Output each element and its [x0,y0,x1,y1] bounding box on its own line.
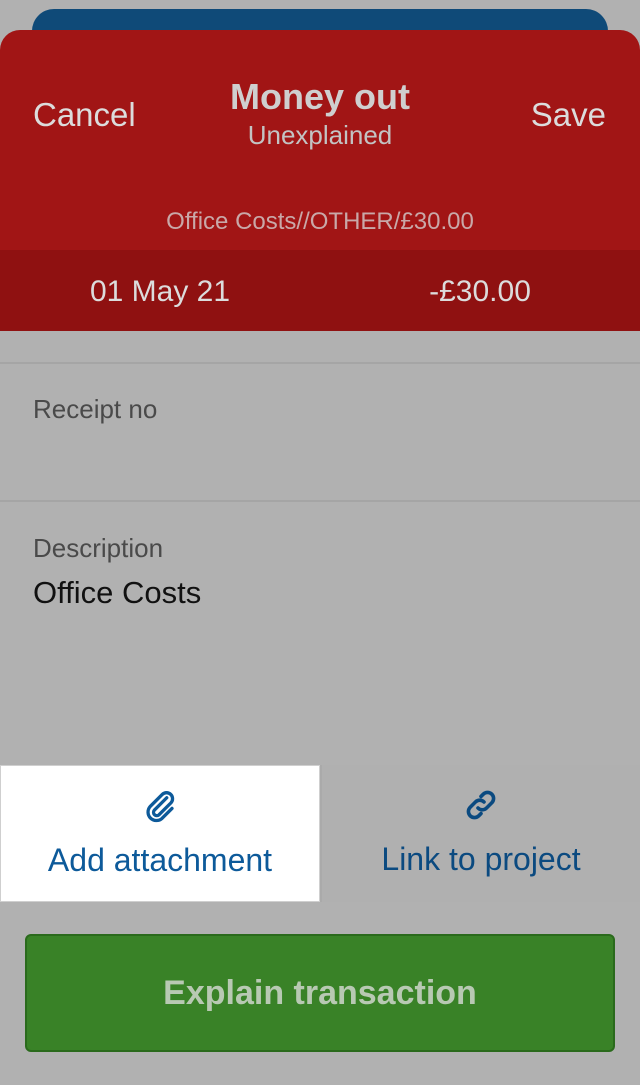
screen: Cancel Money out Unexplained Save Office… [0,0,640,1085]
description-input[interactable]: Office Costs [33,575,201,611]
divider [0,500,640,502]
explain-transaction-label: Explain transaction [163,974,477,1012]
add-attachment-button[interactable]: Add attachment [0,765,320,902]
receipt-label: Receipt no [33,394,158,424]
save-button[interactable]: Save [531,96,606,134]
transaction-date: 01 May 21 [89,275,231,308]
explain-transaction-button[interactable]: Explain transaction [25,934,615,1052]
modal-header: Cancel Money out Unexplained Save Office… [0,30,640,250]
description-label: Description [33,533,164,563]
divider [0,362,640,364]
paperclip-icon [146,791,175,823]
transaction-reference: Office Costs//OTHER/£30.00 [166,208,474,235]
link-to-project-button[interactable]: Link to project [322,765,640,902]
add-attachment-label: Add attachment [47,842,273,878]
transaction-summary-bar: 01 May 21 -£30.00 [0,250,640,331]
link-icon [466,790,496,820]
action-row: Add attachment Link to project [0,765,640,902]
link-to-project-label: Link to project [381,841,581,877]
transaction-amount: -£30.00 [429,275,531,308]
